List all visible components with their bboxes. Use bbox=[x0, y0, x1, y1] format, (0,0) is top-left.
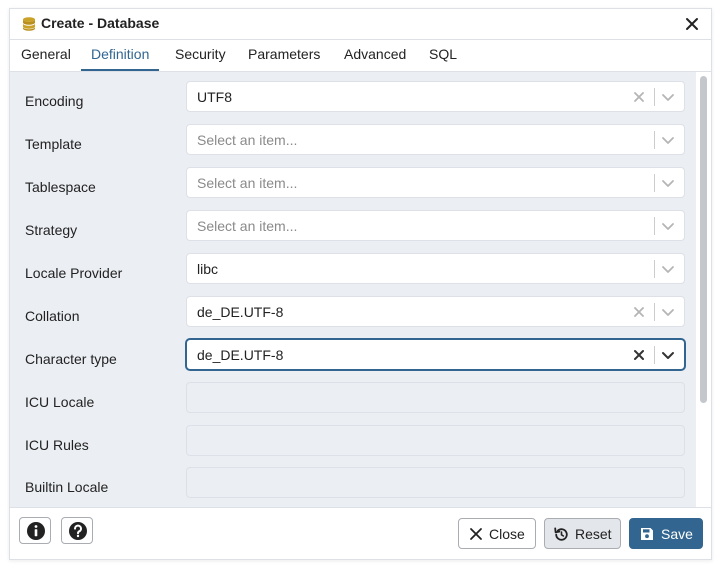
dialog-titlebar: Create - Database bbox=[10, 9, 711, 40]
form-row-encoding: Encoding UTF8 bbox=[10, 81, 696, 124]
strategy-select[interactable]: Select an item... bbox=[186, 210, 685, 241]
template-select[interactable]: Select an item... bbox=[186, 124, 685, 155]
definition-form: Encoding UTF8 Template Select an item...… bbox=[10, 72, 696, 507]
close-button-label: Close bbox=[489, 526, 525, 542]
template-placeholder: Select an item... bbox=[197, 132, 298, 148]
collation-label: Collation bbox=[25, 308, 80, 324]
encoding-select[interactable]: UTF8 bbox=[186, 81, 685, 112]
indicator-separator bbox=[654, 260, 655, 278]
locale-provider-label: Locale Provider bbox=[25, 265, 123, 281]
reset-button-label: Reset bbox=[575, 526, 612, 542]
save-icon bbox=[641, 528, 653, 540]
indicator-separator bbox=[654, 217, 655, 235]
reset-button[interactable]: Reset bbox=[544, 518, 621, 549]
character-type-select[interactable]: de_DE.UTF-8 bbox=[186, 339, 685, 370]
indicator-separator bbox=[654, 88, 655, 106]
locale-provider-select[interactable]: libc bbox=[186, 253, 685, 284]
form-row-icu-locale: ICU Locale bbox=[10, 382, 696, 425]
form-scrollbar[interactable] bbox=[696, 72, 711, 507]
close-button[interactable]: Close bbox=[458, 518, 536, 549]
clear-icon[interactable] bbox=[630, 303, 648, 321]
strategy-placeholder: Select an item... bbox=[197, 218, 298, 234]
tab-general[interactable]: General bbox=[11, 40, 81, 69]
clear-icon[interactable] bbox=[630, 346, 648, 364]
save-button-label: Save bbox=[661, 526, 693, 542]
reset-icon bbox=[554, 527, 568, 541]
scrollbar-thumb[interactable] bbox=[700, 76, 707, 403]
icu-locale-label: ICU Locale bbox=[25, 394, 95, 410]
form-row-collation: Collation de_DE.UTF-8 bbox=[10, 296, 696, 339]
clear-icon[interactable] bbox=[630, 88, 648, 106]
indicator-separator bbox=[654, 131, 655, 149]
help-button[interactable] bbox=[61, 517, 93, 544]
template-label: Template bbox=[25, 136, 82, 152]
dialog-footer: Close Reset Save bbox=[10, 507, 711, 559]
close-icon bbox=[470, 528, 482, 540]
tab-sql[interactable]: SQL bbox=[419, 40, 467, 69]
encoding-label: Encoding bbox=[25, 93, 84, 109]
builtin-locale-field bbox=[186, 467, 685, 498]
tab-security[interactable]: Security bbox=[165, 40, 236, 69]
character-type-label: Character type bbox=[25, 351, 117, 367]
close-icon[interactable] bbox=[683, 15, 701, 33]
database-icon bbox=[23, 17, 35, 31]
chevron-down-icon[interactable] bbox=[659, 260, 677, 278]
encoding-value: UTF8 bbox=[197, 89, 232, 105]
chevron-down-icon[interactable] bbox=[659, 88, 677, 106]
strategy-label: Strategy bbox=[25, 222, 78, 238]
create-database-dialog: Create - Database General Definition Sec… bbox=[9, 8, 712, 560]
tab-definition[interactable]: Definition bbox=[81, 40, 160, 71]
form-row-icu-rules: ICU Rules bbox=[10, 425, 696, 468]
chevron-down-icon[interactable] bbox=[659, 303, 677, 321]
indicator-separator bbox=[654, 346, 655, 364]
tablespace-label: Tablespace bbox=[25, 179, 96, 195]
chevron-down-icon[interactable] bbox=[659, 174, 677, 192]
save-button[interactable]: Save bbox=[629, 518, 703, 549]
info-icon bbox=[27, 522, 45, 540]
indicator-separator bbox=[654, 174, 655, 192]
collation-select[interactable]: de_DE.UTF-8 bbox=[186, 296, 685, 327]
form-row-character-type: Character type de_DE.UTF-8 bbox=[10, 339, 696, 382]
tablespace-placeholder: Select an item... bbox=[197, 175, 298, 191]
icu-rules-field bbox=[186, 425, 685, 456]
form-row-template: Template Select an item... bbox=[10, 124, 696, 167]
form-row-strategy: Strategy Select an item... bbox=[10, 210, 696, 253]
indicator-separator bbox=[654, 303, 655, 321]
chevron-down-icon[interactable] bbox=[659, 346, 677, 364]
collation-value: de_DE.UTF-8 bbox=[197, 304, 284, 320]
info-button[interactable] bbox=[19, 517, 51, 544]
tab-parameters[interactable]: Parameters bbox=[238, 40, 330, 69]
character-type-value: de_DE.UTF-8 bbox=[197, 347, 284, 363]
tablespace-select[interactable]: Select an item... bbox=[186, 167, 685, 198]
form-row-builtin-locale: Builtin Locale bbox=[10, 467, 696, 507]
form-row-locale-provider: Locale Provider libc bbox=[10, 253, 696, 296]
icu-locale-field bbox=[186, 382, 685, 413]
tab-advanced[interactable]: Advanced bbox=[334, 40, 416, 69]
help-icon bbox=[69, 522, 87, 540]
dialog-title: Create - Database bbox=[41, 15, 160, 31]
builtin-locale-label: Builtin Locale bbox=[25, 479, 109, 495]
form-row-tablespace: Tablespace Select an item... bbox=[10, 167, 696, 210]
icu-rules-label: ICU Rules bbox=[25, 437, 89, 453]
chevron-down-icon[interactable] bbox=[659, 131, 677, 149]
tab-bar: General Definition Security Parameters A… bbox=[10, 40, 711, 72]
locale-provider-value: libc bbox=[197, 261, 219, 277]
chevron-down-icon[interactable] bbox=[659, 217, 677, 235]
